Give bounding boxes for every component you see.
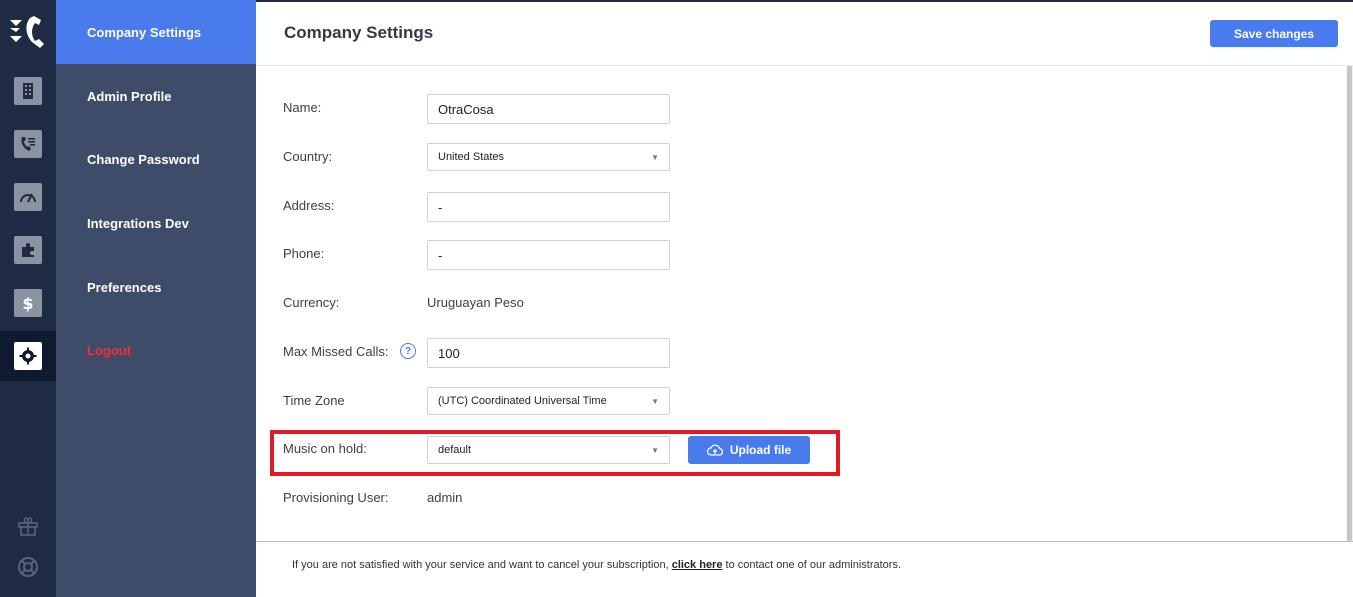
cloud-upload-icon xyxy=(706,444,723,456)
gift-icon xyxy=(18,517,38,536)
music-on-hold-select[interactable]: default ▼ xyxy=(427,436,670,464)
building-icon xyxy=(14,77,42,105)
country-select[interactable]: United States ▼ xyxy=(427,143,670,171)
menu-item-integrations-dev[interactable]: Integrations Dev xyxy=(56,191,256,255)
max-missed-calls-label: Max Missed Calls: xyxy=(283,344,389,359)
time-zone-select[interactable]: (UTC) Coordinated Universal Time ▼ xyxy=(427,387,670,415)
currency-value: Uruguayan Peso xyxy=(427,295,524,310)
phone-label: Phone: xyxy=(283,246,325,261)
upload-file-label: Upload file xyxy=(729,443,792,457)
menu-item-preferences[interactable]: Preferences xyxy=(56,255,256,319)
cancel-subscription-footer: If you are not satisfied with your servi… xyxy=(256,541,1353,597)
menu-item-change-password[interactable]: Change Password xyxy=(56,127,256,191)
rail-item-support[interactable] xyxy=(0,552,56,582)
scrollbar-thumb[interactable] xyxy=(1347,66,1352,541)
phone-input[interactable] xyxy=(427,240,670,270)
menu-item-company-settings[interactable]: Company Settings xyxy=(56,0,256,64)
provisioning-user-label: Provisioning User: xyxy=(283,490,389,505)
address-input[interactable] xyxy=(427,192,670,222)
puzzle-icon xyxy=(14,236,42,264)
rail-item-settings[interactable] xyxy=(0,331,56,381)
lifebuoy-icon xyxy=(18,557,38,577)
settings-menu: Company Settings Admin Profile Change Pa… xyxy=(56,0,256,597)
rail-item-gift[interactable] xyxy=(0,511,56,541)
caret-down-icon: ▼ xyxy=(651,396,659,406)
app: $ Company Settings Admin Profile Change … xyxy=(0,0,1353,597)
country-label: Country: xyxy=(283,149,333,164)
music-on-hold-select-value: default xyxy=(438,444,472,456)
time-zone-select-value: (UTC) Coordinated Universal Time xyxy=(438,395,607,407)
rail-item-company[interactable] xyxy=(0,66,56,116)
company-settings-form: Name: Country: United States ▼ Address: … xyxy=(256,66,1346,541)
rail-item-calls[interactable] xyxy=(0,119,56,169)
upload-file-button[interactable]: Upload file xyxy=(688,436,810,464)
rail-item-billing[interactable]: $ xyxy=(0,278,56,328)
dollar-icon: $ xyxy=(14,289,42,317)
max-missed-calls-input[interactable] xyxy=(427,338,670,368)
menu-item-admin-profile[interactable]: Admin Profile xyxy=(56,64,256,128)
footer-text-after: to contact one of our administrators. xyxy=(722,559,902,571)
footer-text: If you are not satisfied with your servi… xyxy=(292,559,901,571)
caret-down-icon: ▼ xyxy=(651,152,659,162)
svg-text:$: $ xyxy=(22,294,33,313)
save-changes-button[interactable]: Save changes xyxy=(1210,20,1338,47)
app-logo-icon[interactable] xyxy=(8,14,48,50)
content-scrollbar[interactable] xyxy=(1346,66,1353,541)
page-header: Company Settings Save changes xyxy=(256,2,1353,66)
page-title: Company Settings xyxy=(284,23,434,42)
provisioning-user-value: admin xyxy=(427,490,463,505)
phone-list-icon xyxy=(14,130,42,158)
gear-icon xyxy=(14,342,42,370)
help-icon[interactable]: ? xyxy=(400,343,416,359)
footer-text-before: If you are not satisfied with your servi… xyxy=(292,559,672,571)
country-select-value: United States xyxy=(438,151,505,163)
name-label: Name: xyxy=(283,100,322,115)
icon-rail: $ xyxy=(0,0,56,597)
speedometer-icon xyxy=(14,183,42,211)
time-zone-label: Time Zone xyxy=(283,393,345,408)
caret-down-icon: ▼ xyxy=(651,445,659,455)
contact-admins-link[interactable]: click here xyxy=(672,559,723,571)
currency-label: Currency: xyxy=(283,295,340,310)
rail-item-integrations[interactable] xyxy=(0,225,56,275)
music-on-hold-label: Music on hold: xyxy=(283,441,367,456)
rail-item-dashboard[interactable] xyxy=(0,172,56,222)
name-input[interactable] xyxy=(427,94,670,124)
menu-item-logout[interactable]: Logout xyxy=(56,318,256,382)
address-label: Address: xyxy=(283,198,335,213)
